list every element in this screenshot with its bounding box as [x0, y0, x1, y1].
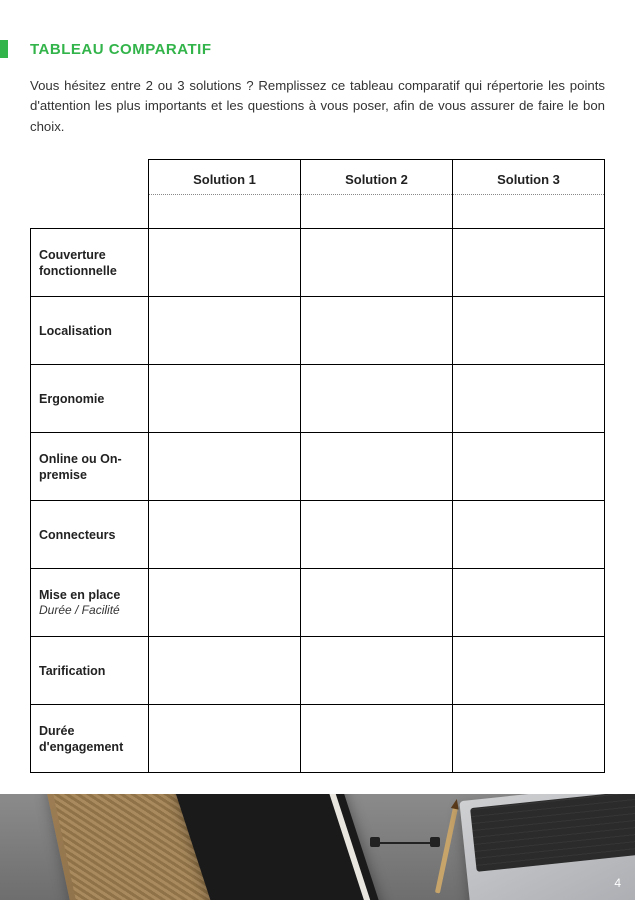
table-row: Localisation	[31, 297, 605, 365]
table-cell[interactable]	[149, 705, 301, 773]
header-spacer-row	[31, 195, 605, 229]
table-cell[interactable]	[453, 297, 605, 365]
col-header-1: Solution 1	[149, 160, 301, 195]
row-header: Durée d'engagement	[31, 705, 149, 773]
table-cell[interactable]	[149, 501, 301, 569]
page-number: 4	[614, 876, 621, 890]
row-header: Localisation	[31, 297, 149, 365]
table-row: Couverture fonctionnelle	[31, 229, 605, 297]
table-cell[interactable]	[453, 365, 605, 433]
spacer-cell	[301, 195, 453, 229]
table-cell[interactable]	[301, 365, 453, 433]
table-cell[interactable]	[301, 637, 453, 705]
section-title: TABLEAU COMPARATIF	[30, 41, 211, 58]
table-cell[interactable]	[149, 229, 301, 297]
table-cell[interactable]	[301, 501, 453, 569]
row-label: Tarification	[39, 663, 140, 679]
row-header: Ergonomie	[31, 365, 149, 433]
table-row: Connecteurs	[31, 501, 605, 569]
spacer-cell	[149, 195, 301, 229]
table-cell[interactable]	[453, 501, 605, 569]
row-label: Ergonomie	[39, 391, 140, 407]
page: TABLEAU COMPARATIF Vous hésitez entre 2 …	[0, 0, 635, 900]
table-cell[interactable]	[453, 705, 605, 773]
table-cell[interactable]	[149, 433, 301, 501]
comparison-table: Solution 1 Solution 2 Solution 3 Couvert…	[30, 159, 605, 773]
table-header-row: Solution 1 Solution 2 Solution 3	[31, 160, 605, 195]
table-cell[interactable]	[149, 365, 301, 433]
table-row: Online ou On-premise	[31, 433, 605, 501]
row-label: Online ou On-premise	[39, 451, 140, 484]
table-cell[interactable]	[453, 433, 605, 501]
row-label: Connecteurs	[39, 527, 140, 543]
table-cell[interactable]	[301, 705, 453, 773]
title-accent	[0, 40, 8, 58]
blank-spacer	[31, 195, 149, 229]
table-cell[interactable]	[453, 229, 605, 297]
col-header-3: Solution 3	[453, 160, 605, 195]
earbuds-icon	[370, 824, 440, 864]
table-cell[interactable]	[453, 637, 605, 705]
row-label: Localisation	[39, 323, 140, 339]
table-row: Ergonomie	[31, 365, 605, 433]
row-sublabel: Durée / Facilité	[39, 603, 140, 619]
table-cell[interactable]	[149, 297, 301, 365]
table-cell[interactable]	[301, 297, 453, 365]
footer-image: 4	[0, 794, 635, 900]
intro-text: Vous hésitez entre 2 ou 3 solutions ? Re…	[30, 76, 605, 137]
row-label: Couverture fonctionnelle	[39, 247, 140, 280]
table-cell[interactable]	[453, 569, 605, 637]
table-cell[interactable]	[149, 569, 301, 637]
laptop-icon	[459, 794, 635, 900]
table-cell[interactable]	[149, 637, 301, 705]
table-cell[interactable]	[301, 569, 453, 637]
row-header: Mise en placeDurée / Facilité	[31, 569, 149, 637]
row-header: Online ou On-premise	[31, 433, 149, 501]
col-header-2: Solution 2	[301, 160, 453, 195]
row-header: Tarification	[31, 637, 149, 705]
row-label: Durée d'engagement	[39, 723, 140, 756]
table-row: Mise en placeDurée / Facilité	[31, 569, 605, 637]
row-label: Mise en place	[39, 587, 140, 603]
title-row: TABLEAU COMPARATIF	[30, 40, 605, 58]
spacer-cell	[453, 195, 605, 229]
content: TABLEAU COMPARATIF Vous hésitez entre 2 …	[0, 0, 635, 773]
blank-header	[31, 160, 149, 195]
table-row: Durée d'engagement	[31, 705, 605, 773]
row-header: Connecteurs	[31, 501, 149, 569]
table-body: Couverture fonctionnelle Localisation Ergo…	[31, 229, 605, 773]
table-cell[interactable]	[301, 433, 453, 501]
table-row: Tarification	[31, 637, 605, 705]
row-header: Couverture fonctionnelle	[31, 229, 149, 297]
table-cell[interactable]	[301, 229, 453, 297]
